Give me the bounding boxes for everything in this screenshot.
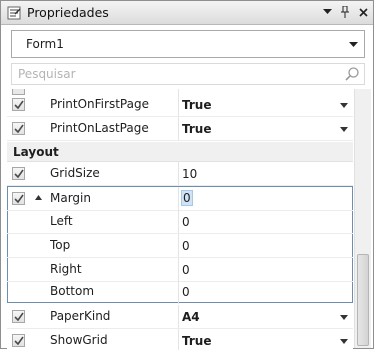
property-value-cell[interactable]: True <box>179 117 353 141</box>
property-value: A4 <box>182 310 200 324</box>
properties-icon <box>7 6 21 20</box>
property-name: Right <box>50 262 82 276</box>
property-value: 10 <box>182 167 198 181</box>
property-name: PrintOnLastPage <box>50 121 149 135</box>
chevron-down-icon <box>322 9 332 14</box>
checkmark-icon <box>14 336 24 346</box>
vertical-scrollbar[interactable] <box>354 89 371 348</box>
property-value-selected[interactable]: 0 <box>181 190 193 206</box>
property-value: True <box>182 122 212 136</box>
property-value: 0 <box>182 263 190 277</box>
property-checkbox[interactable] <box>12 310 25 323</box>
chevron-down-icon[interactable] <box>340 103 348 108</box>
property-name: GridSize <box>50 166 100 180</box>
property-name: ShowGrid <box>50 333 108 347</box>
property-value-cell[interactable]: True <box>179 329 353 350</box>
search-box <box>11 63 365 85</box>
property-value-cell[interactable]: A4 <box>179 305 353 329</box>
property-checkbox[interactable] <box>12 98 25 111</box>
property-name: Margin <box>50 191 91 205</box>
property-value-cell[interactable]: True <box>179 93 353 117</box>
property-value: 0 <box>182 239 190 253</box>
search-icon[interactable] <box>344 66 360 82</box>
property-name: Top <box>50 238 71 252</box>
chevron-down-icon[interactable] <box>340 315 348 320</box>
property-value-cell[interactable]: 0 <box>179 234 353 258</box>
category-label: Layout <box>13 145 59 159</box>
checkmark-icon <box>14 194 24 204</box>
property-value: 0 <box>182 285 190 299</box>
checkmark-icon <box>14 312 24 322</box>
collapse-triangle-icon[interactable] <box>35 195 42 200</box>
property-value-cell[interactable]: 0 <box>179 280 353 304</box>
selected-object: Form1 <box>26 37 64 51</box>
property-value: True <box>182 98 212 112</box>
property-value-cell[interactable]: 0 <box>179 187 353 211</box>
properties-panel: Propriedades Form1 Pesquisar PrintOnFirs… <box>0 0 374 350</box>
close-icon <box>358 7 368 17</box>
window-dropdown-button[interactable] <box>319 4 335 20</box>
window-title: Propriedades <box>27 5 109 20</box>
property-row-showgrid[interactable]: ShowGrid True <box>7 329 353 350</box>
chevron-down-icon[interactable] <box>340 339 348 344</box>
pin-icon <box>341 6 349 18</box>
close-button[interactable] <box>355 4 371 20</box>
property-row-margin-right[interactable]: Right 0 <box>7 258 353 282</box>
object-selector[interactable]: Form1 <box>11 30 365 58</box>
title-bar: Propriedades <box>1 1 373 25</box>
property-name: PrintOnFirstPage <box>50 97 149 111</box>
property-row-paperkind[interactable]: PaperKind A4 <box>7 305 353 329</box>
property-checkbox[interactable] <box>12 334 25 347</box>
property-checkbox[interactable] <box>12 192 25 205</box>
property-grid: PrintOnFirstPage True PrintOnLastPage Tr… <box>7 89 353 350</box>
checkmark-icon <box>14 124 24 134</box>
property-row-margin-bottom[interactable]: Bottom 0 <box>7 280 353 304</box>
property-row-margin-top[interactable]: Top 0 <box>7 234 353 258</box>
category-header-layout[interactable]: Layout <box>7 142 353 162</box>
search-input[interactable] <box>12 64 332 84</box>
property-row-gridsize[interactable]: GridSize 10 <box>7 162 353 186</box>
property-value: True <box>182 334 212 348</box>
property-value: 0 <box>182 215 190 229</box>
property-row-printonlastpage[interactable]: PrintOnLastPage True <box>7 117 353 141</box>
margin-group: Margin 0 Left 0 Top 0 Right 0 Bottom 0 <box>7 186 353 304</box>
property-name: PaperKind <box>50 309 111 323</box>
scrollbar-thumb[interactable] <box>357 254 369 346</box>
chevron-down-icon <box>349 42 358 47</box>
property-row-printonfirstpage[interactable]: PrintOnFirstPage True <box>7 93 353 117</box>
checkmark-icon <box>14 100 24 110</box>
checkmark-icon <box>14 169 24 179</box>
pin-button[interactable] <box>337 4 353 20</box>
property-value-cell[interactable]: 10 <box>179 162 353 186</box>
property-row-margin-left[interactable]: Left 0 <box>7 210 353 234</box>
property-row-margin[interactable]: Margin 0 <box>7 187 353 211</box>
chevron-down-icon[interactable] <box>340 127 348 132</box>
property-name: Left <box>50 214 73 228</box>
property-name: Bottom <box>50 284 95 298</box>
property-value-cell[interactable]: 0 <box>179 210 353 234</box>
property-checkbox[interactable] <box>12 167 25 180</box>
property-checkbox[interactable] <box>12 122 25 135</box>
property-value-cell[interactable]: 0 <box>179 258 353 282</box>
